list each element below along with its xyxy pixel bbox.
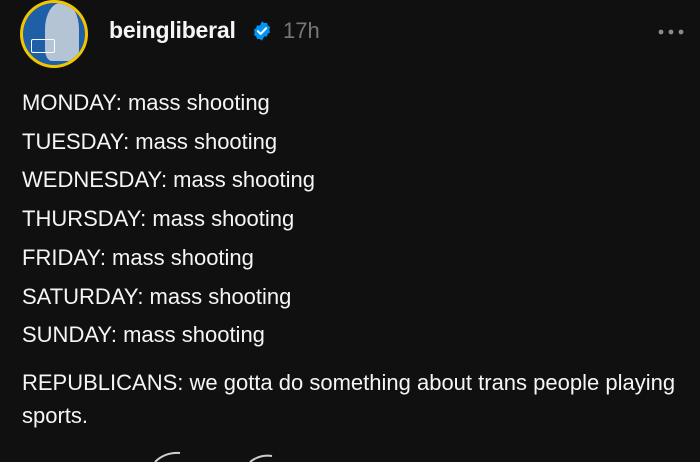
post-line-sunday: SUNDAY: mass shooting (22, 322, 265, 348)
post-line-saturday: SATURDAY: mass shooting (22, 283, 292, 309)
post-line-wednesday: WEDNESDAY: mass shooting (22, 167, 316, 193)
post-line-thursday: THURSDAY: mass shooting (22, 206, 295, 232)
avatar[interactable] (20, 0, 88, 68)
username-link[interactable]: beingliberal (109, 17, 236, 44)
post-closing-paragraph: REPUBLICANS: we gotta do something about… (22, 370, 676, 428)
post-body: MONDAY: mass shooting TUESDAY: mass shoo… (22, 84, 682, 355)
verified-badge-icon (253, 21, 271, 41)
post-line-tuesday: TUESDAY: mass shooting (22, 128, 278, 154)
avatar-logo-mark (31, 39, 55, 53)
post-line-friday: FRIDAY: mass shooting (22, 244, 254, 270)
post-line-monday: MONDAY: mass shooting (22, 90, 270, 115)
timestamp: 17h (283, 18, 320, 43)
more-horizontal-icon[interactable] (655, 22, 687, 42)
avatar-image (23, 3, 85, 65)
post: beingliberal 17h MONDAY: mass shooting T… (0, 0, 700, 462)
action-bar-icons-partial[interactable] (150, 450, 280, 462)
